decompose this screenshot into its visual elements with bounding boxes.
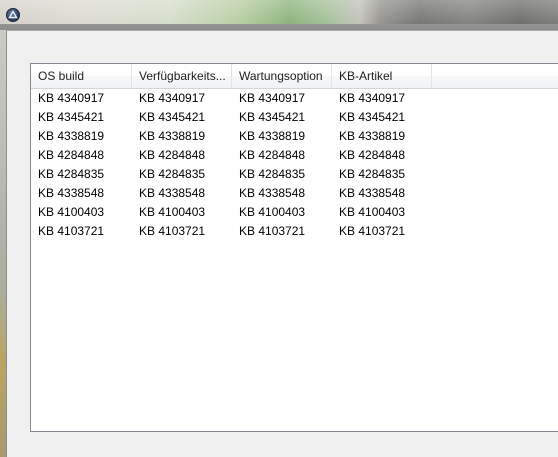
- cell-availability: KB 4338548: [139, 186, 206, 200]
- cell-kb-article: KB 4100403: [339, 205, 406, 219]
- cell-kb-article: KB 4338548: [339, 186, 406, 200]
- cell-servicing-option: KB 4338819: [239, 129, 306, 143]
- list-row[interactable]: KB 4338548 KB 4338548 KB 4338548 KB 4338…: [31, 184, 558, 203]
- column-header-filler: [432, 64, 558, 88]
- cell-kb-article: KB 4103721: [339, 224, 406, 238]
- cell-os-build: KB 4103721: [38, 224, 105, 238]
- cell-os-build: KB 4345421: [38, 110, 105, 124]
- cell-availability: KB 4284848: [139, 148, 206, 162]
- cell-availability: KB 4338819: [139, 129, 206, 143]
- cell-servicing-option: KB 4284835: [239, 167, 306, 181]
- column-header-kb-article[interactable]: KB-Artikel: [332, 64, 432, 88]
- app-logo-icon[interactable]: [6, 8, 20, 22]
- column-header-availability[interactable]: Verfügbarkeits...: [132, 64, 232, 88]
- list-row[interactable]: KB 4340917 KB 4340917 KB 4340917 KB 4340…: [31, 89, 558, 108]
- cell-os-build: KB 4338548: [38, 186, 105, 200]
- cell-kb-article: KB 4284848: [339, 148, 406, 162]
- list-header: OS build Verfügbarkeits... Wartungsoptio…: [31, 64, 558, 89]
- list-row[interactable]: KB 4103721 KB 4103721 KB 4103721 KB 4103…: [31, 222, 558, 241]
- cell-servicing-option: KB 4345421: [239, 110, 306, 124]
- cell-availability: KB 4345421: [139, 110, 206, 124]
- list-row[interactable]: KB 4284848 KB 4284848 KB 4284848 KB 4284…: [31, 146, 558, 165]
- cell-availability: KB 4284835: [139, 167, 206, 181]
- column-header-servicing-option[interactable]: Wartungsoption: [232, 64, 332, 88]
- title-bar[interactable]: [0, 0, 558, 30]
- cell-servicing-option: KB 4340917: [239, 91, 306, 105]
- cell-servicing-option: KB 4100403: [239, 205, 306, 219]
- updates-list-view[interactable]: OS build Verfügbarkeits... Wartungsoptio…: [30, 63, 558, 432]
- list-row[interactable]: KB 4338819 KB 4338819 KB 4338819 KB 4338…: [31, 127, 558, 146]
- list-rows: KB 4340917 KB 4340917 KB 4340917 KB 4340…: [31, 89, 558, 241]
- column-header-os-build[interactable]: OS build: [31, 64, 132, 88]
- cell-availability: KB 4100403: [139, 205, 206, 219]
- cell-servicing-option: KB 4284848: [239, 148, 306, 162]
- cell-kb-article: KB 4340917: [339, 91, 406, 105]
- application-window: OS build Verfügbarkeits... Wartungsoptio…: [0, 0, 558, 457]
- cell-kb-article: KB 4345421: [339, 110, 406, 124]
- list-row[interactable]: KB 4284835 KB 4284835 KB 4284835 KB 4284…: [31, 165, 558, 184]
- cell-servicing-option: KB 4338548: [239, 186, 306, 200]
- cell-os-build: KB 4284835: [38, 167, 105, 181]
- cell-kb-article: KB 4284835: [339, 167, 406, 181]
- cell-os-build: KB 4338819: [38, 129, 105, 143]
- cell-os-build: KB 4284848: [38, 148, 105, 162]
- cell-availability: KB 4103721: [139, 224, 206, 238]
- cell-availability: KB 4340917: [139, 91, 206, 105]
- list-row[interactable]: KB 4100403 KB 4100403 KB 4100403 KB 4100…: [31, 203, 558, 222]
- cell-servicing-option: KB 4103721: [239, 224, 306, 238]
- cell-kb-article: KB 4338819: [339, 129, 406, 143]
- cell-os-build: KB 4100403: [38, 205, 105, 219]
- list-row[interactable]: KB 4345421 KB 4345421 KB 4345421 KB 4345…: [31, 108, 558, 127]
- cell-os-build: KB 4340917: [38, 91, 105, 105]
